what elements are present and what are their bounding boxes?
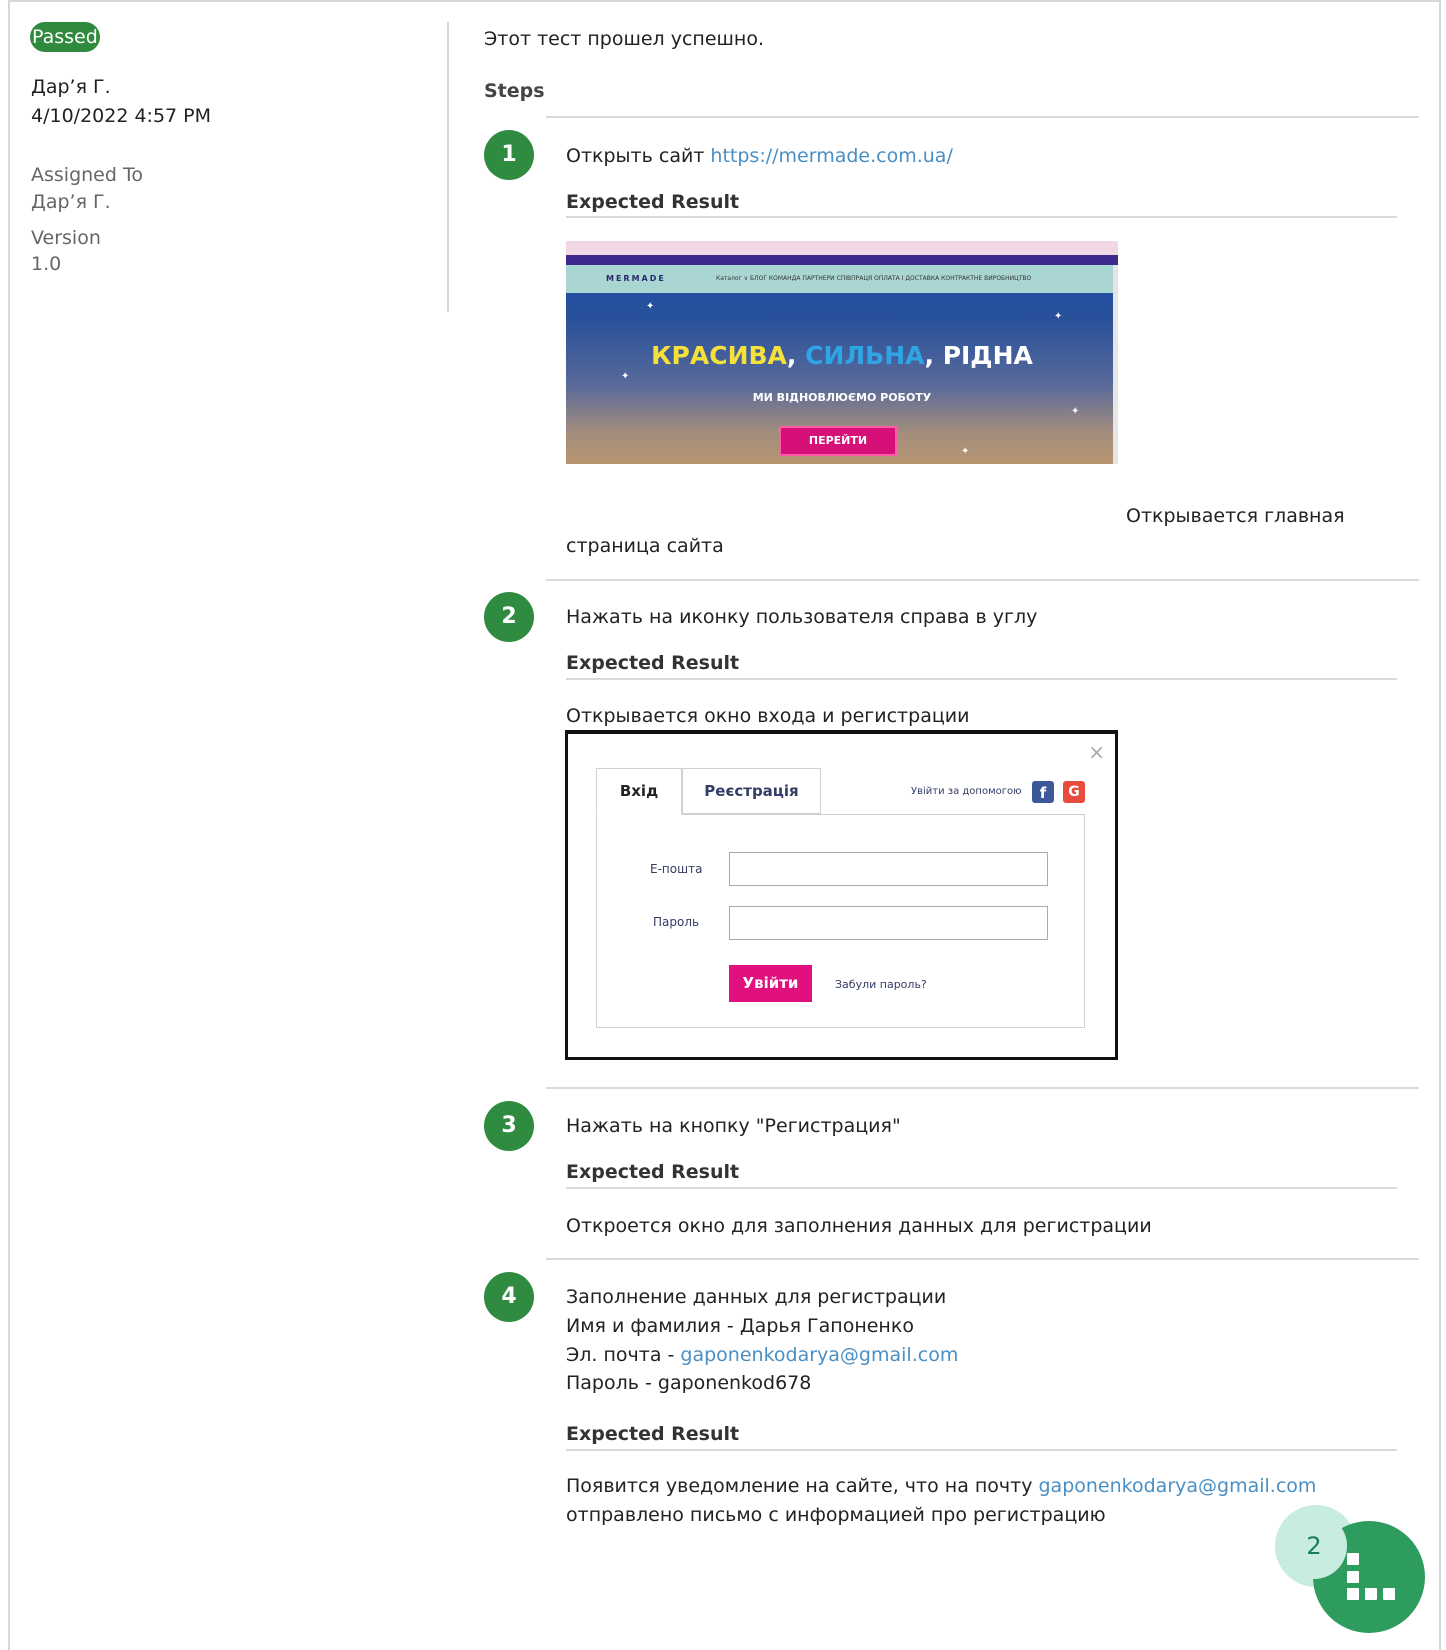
run-summary: Этот тест прошел успешно.: [484, 28, 765, 50]
star-icon: ✦: [1071, 406, 1080, 417]
password-label: Пароль: [653, 915, 700, 929]
browser-toolbar: [566, 241, 1118, 255]
apps-grid-icon: [1347, 1553, 1395, 1601]
site-subheadline: МИ ВІДНОВЛЮЄМО РОБОТУ: [752, 391, 932, 404]
site-cta-button: ПЕРЕЙТИ: [779, 426, 897, 456]
step-number-4: 4: [484, 1272, 534, 1322]
site-nav-text: Каталог ∨ БЛОГ КОМАНДА ПАРТНЕРИ СПІВПРАЦ…: [716, 275, 1032, 282]
password-field: [729, 906, 1048, 940]
email-field: [729, 852, 1048, 886]
email-link[interactable]: gaponenkodarya@gmail.com: [680, 1344, 958, 1366]
run-date: 4/10/2022 4:57 PM: [31, 105, 212, 127]
step-3-expected-label: Expected Result: [566, 1161, 740, 1183]
email-label: Е-пошта: [650, 862, 703, 876]
facebook-icon: f: [1032, 781, 1054, 803]
step-4-expected-label: Expected Result: [566, 1423, 740, 1445]
step-4-action-line1: Заполнение данных для регистрации: [566, 1286, 947, 1308]
promo-bar: [566, 255, 1118, 265]
step-number-2: 2: [484, 592, 534, 642]
step-1-expected-label: Expected Result: [566, 191, 740, 213]
status-badge: Passed: [30, 22, 100, 52]
steps-divider: [546, 116, 1419, 118]
step-4-action-line4: Пароль - gaponenkod678: [566, 1372, 812, 1394]
star-icon: ✦: [646, 301, 655, 312]
step-2-expected-label: Expected Result: [566, 652, 740, 674]
column-divider: [447, 22, 449, 312]
step-1-expected-line2: страница сайта: [566, 535, 724, 557]
site-screenshot: MERMADE Каталог ∨ БЛОГ КОМАНДА ПАРТНЕРИ …: [566, 241, 1118, 464]
author-name: Дар’я Г.: [31, 76, 111, 98]
step-2-expected-divider: [566, 678, 1397, 680]
step-2-expected: Открывается окно входа и регистрации: [566, 705, 970, 727]
expected-email-link[interactable]: gaponenkodarya@gmail.com: [1039, 1475, 1317, 1497]
step-3-expected: Откроется окно для заполнения данных для…: [566, 1215, 1152, 1237]
step-4-action-line2: Имя и фамилия - Дарья Гапоненко: [566, 1315, 914, 1337]
step-divider: [546, 1087, 1419, 1089]
step-1-action: Открыть сайт https://mermade.com.ua/: [566, 145, 953, 167]
step-1-expected-line1: Открывается главная: [1126, 505, 1345, 527]
star-icon: ✦: [1054, 311, 1063, 322]
site-link[interactable]: https://mermade.com.ua/: [710, 145, 952, 167]
step-number-1: 1: [484, 130, 534, 180]
step-4-expected-line1: Появится уведомление на сайте, что на по…: [566, 1475, 1317, 1497]
steps-title: Steps: [484, 80, 545, 102]
forgot-password-link: Забули пароль?: [835, 978, 927, 991]
assigned-to-value: Дар’я Г.: [31, 191, 111, 213]
site-logo: MERMADE: [606, 274, 666, 283]
login-submit-button: Увійти: [729, 965, 812, 1002]
site-headline: КРАСИВА, СИЛЬНА, РІДНА: [651, 341, 1033, 370]
tab-register: Реєстрація: [682, 768, 821, 814]
tab-login: Вхід: [596, 768, 682, 815]
close-icon: ×: [1088, 740, 1105, 764]
step-4-expected-line2: отправлено письмо с информацией про реги…: [566, 1504, 1106, 1526]
star-icon: ✦: [961, 446, 970, 457]
assigned-to-label: Assigned To: [31, 164, 143, 186]
star-icon: ✦: [621, 371, 630, 382]
social-login-text: Увійти за допомогою: [911, 786, 1022, 797]
version-label: Version: [31, 227, 101, 249]
notification-count-badge[interactable]: 2: [1281, 1513, 1347, 1579]
step-2-action: Нажать на иконку пользователя справа в у…: [566, 606, 1038, 628]
step-divider: [546, 579, 1419, 581]
google-icon: G: [1063, 781, 1085, 803]
step-1-expected-divider: [566, 216, 1397, 218]
step-3-action: Нажать на кнопку "Регистрация": [566, 1115, 901, 1137]
step-4-action-line3: Эл. почта - gaponenkodarya@gmail.com: [566, 1344, 959, 1366]
login-modal-screenshot: × Вхід Реєстрація Увійти за допомогою f …: [565, 730, 1118, 1060]
step-number-3: 3: [484, 1101, 534, 1151]
step-divider: [546, 1258, 1419, 1260]
version-value: 1.0: [31, 253, 62, 275]
step-3-expected-divider: [566, 1187, 1397, 1189]
step-4-expected-divider: [566, 1449, 1397, 1451]
